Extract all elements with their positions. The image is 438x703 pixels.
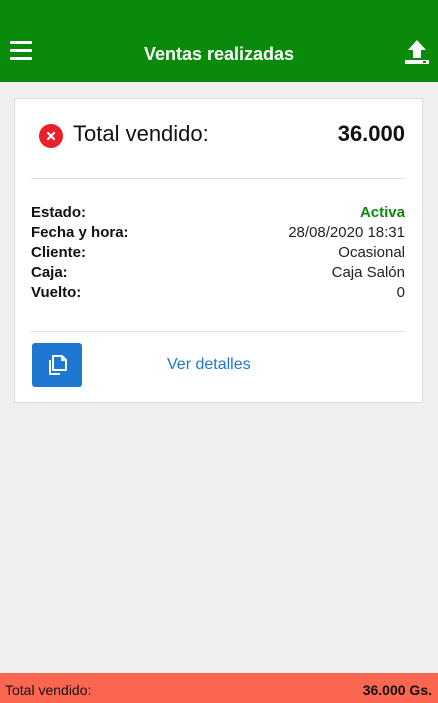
- copy-button[interactable]: [32, 343, 82, 387]
- detail-value: Caja Salón: [331, 264, 405, 281]
- detail-row-fecha: Fecha y hora: 28/08/2020 18:31: [31, 223, 405, 243]
- detail-row-vuelto: Vuelto: 0: [31, 283, 405, 303]
- detail-row-estado: Estado: Activa: [31, 203, 405, 223]
- total-label: Total vendido:: [73, 121, 209, 146]
- footer-total-value: 36.000 Gs.: [362, 682, 432, 698]
- detail-row-cliente: Cliente: Ocasional: [31, 243, 405, 263]
- divider: [31, 331, 406, 332]
- detail-label: Vuelto:: [31, 284, 82, 301]
- detail-value: Ocasional: [338, 244, 405, 261]
- total-footer: Total vendido: 36.000 Gs.: [0, 673, 438, 703]
- status-badge: Activa: [359, 204, 405, 221]
- sale-card[interactable]: Total vendido: 36.000 Estado: Activa Fec…: [14, 98, 423, 403]
- detail-label: Fecha y hora:: [31, 224, 129, 241]
- app-bar: Ventas realizadas: [0, 0, 438, 82]
- detail-label: Caja:: [31, 264, 68, 281]
- detail-value: 0: [396, 284, 405, 301]
- copy-icon: [49, 355, 67, 375]
- view-details-link[interactable]: Ver detalles: [167, 354, 251, 376]
- total-value: 36.000: [337, 121, 405, 146]
- detail-label: Cliente:: [31, 244, 87, 261]
- footer-total-label: Total vendido:: [5, 682, 92, 698]
- upload-icon[interactable]: [403, 38, 431, 66]
- detail-label: Estado:: [31, 204, 87, 221]
- page-title: Ventas realizadas: [143, 44, 295, 64]
- sale-details: Estado: Activa Fecha y hora: 28/08/2020 …: [31, 203, 405, 303]
- error-x-icon: [39, 124, 63, 148]
- detail-value: 28/08/2020 18:31: [288, 224, 405, 241]
- detail-row-caja: Caja: Caja Salón: [31, 263, 405, 283]
- divider: [31, 178, 406, 179]
